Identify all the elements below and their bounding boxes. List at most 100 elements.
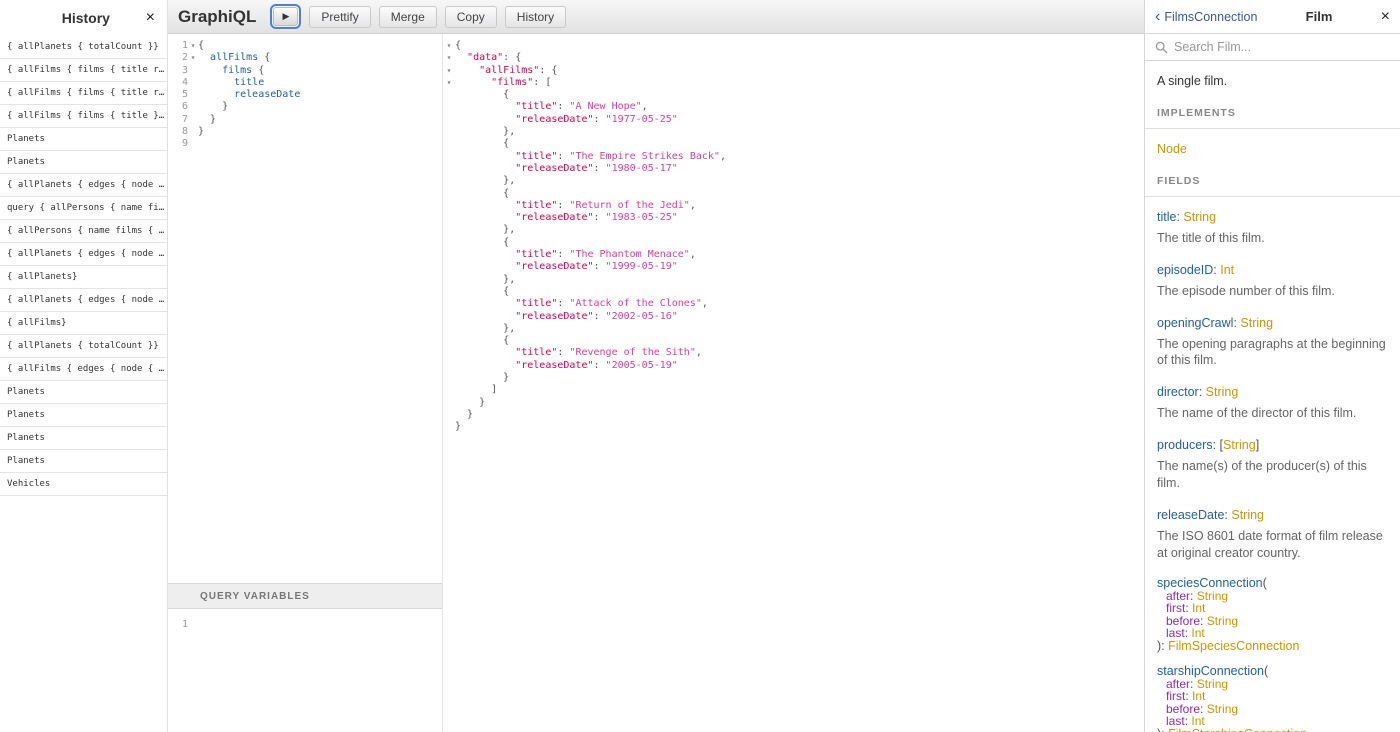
code-token [455, 298, 515, 309]
history-item[interactable]: { allPlanets} [0, 266, 167, 289]
merge-button[interactable]: Merge [379, 6, 437, 28]
fold-arrow-icon[interactable]: ▾ [443, 40, 455, 52]
history-item[interactable]: { allPlanets { totalCount }} [0, 335, 167, 358]
fold-arrow-icon[interactable]: ▾ [443, 65, 455, 77]
execute-button[interactable]: ▶ [273, 7, 298, 26]
history-item[interactable]: { allFilms { films { title r… [0, 59, 167, 82]
type-link[interactable]: FilmSpeciesConnection [1168, 639, 1299, 653]
history-item[interactable]: Planets [0, 128, 167, 151]
fold-gutter [443, 323, 455, 335]
field-name-link[interactable]: director [1157, 385, 1199, 399]
code-token [455, 335, 503, 346]
type-link[interactable]: String [1207, 702, 1238, 716]
history-item[interactable]: query { allPersons { name fi… [0, 197, 167, 220]
field-name-link[interactable]: openingCrawl [1157, 316, 1233, 330]
code-text: "releaseDate": "1983-05-25" [455, 212, 678, 224]
code-token: films [222, 65, 252, 76]
code-text: "films": [ [455, 77, 551, 89]
prettify-button[interactable]: Prettify [309, 6, 370, 28]
code-line: "releaseDate": "1999-05-19" [443, 261, 1144, 273]
field-description: The opening paragraphs at the beginning … [1157, 336, 1388, 370]
type-link[interactable]: FilmStarshipsConnection [1168, 727, 1307, 732]
line-number: 1 [168, 40, 188, 52]
code-text: { [455, 40, 461, 52]
code-line: "title": "The Empire Strikes Back", [443, 151, 1144, 163]
code-token: } [503, 372, 509, 383]
history-item[interactable]: { allFilms { films { title }… [0, 105, 167, 128]
line-number: 5 [168, 89, 188, 101]
doc-explorer-header: ‹ FilmsConnection Film × [1145, 0, 1400, 34]
fold-arrow-icon[interactable]: ▾ [443, 77, 455, 89]
fold-gutter [443, 89, 455, 101]
doc-close-icon[interactable]: × [1381, 9, 1390, 25]
work-area: 1▾{2▾ allFilms {3 films {4 title5 releas… [168, 34, 1144, 732]
query-editor[interactable]: 1▾{2▾ allFilms {3 films {4 title5 releas… [168, 34, 442, 583]
code-token: { [503, 89, 509, 100]
code-token [455, 175, 503, 186]
field-name-link[interactable]: speciesConnection [1157, 576, 1263, 590]
type-link[interactable]: String [1183, 210, 1216, 224]
history-item[interactable]: { allFilms { films { title r… [0, 82, 167, 105]
field-signature: title: String [1157, 209, 1388, 225]
history-item[interactable]: { allPersons { name films { … [0, 220, 167, 243]
fold-gutter [188, 65, 198, 77]
type-link[interactable]: String [1207, 614, 1238, 628]
history-item[interactable]: { allPlanets { edges { node … [0, 243, 167, 266]
history-item[interactable]: { allFilms { edges { node { … [0, 358, 167, 381]
field-description: The name(s) of the producer(s) of this f… [1157, 458, 1388, 492]
variables-editor[interactable]: 1 [168, 609, 442, 732]
history-item[interactable]: Vehicles [0, 473, 167, 496]
code-line: 4 title [168, 77, 442, 89]
code-token: "title" [515, 151, 557, 162]
chevron-left-icon: ‹ [1155, 9, 1160, 25]
code-token: { [198, 40, 204, 51]
history-item[interactable]: Planets [0, 381, 167, 404]
type-link[interactable]: Node [1157, 142, 1187, 156]
code-token: : { [539, 65, 557, 76]
type-link[interactable]: String [1231, 508, 1264, 522]
fields-section-title: FIELDS [1145, 175, 1400, 197]
code-line: { [443, 89, 1144, 101]
field-description: The title of this film. [1157, 230, 1388, 247]
type-link[interactable]: Int [1220, 263, 1234, 277]
type-link[interactable]: String [1240, 316, 1273, 330]
code-token: : [557, 151, 569, 162]
code-token: "Attack of the Clones" [569, 298, 701, 309]
doc-back-link[interactable]: ‹ FilmsConnection [1155, 9, 1257, 25]
fold-gutter [443, 151, 455, 163]
code-line: }, [443, 274, 1144, 286]
field-name-link[interactable]: starshipConnection [1157, 664, 1264, 678]
fold-arrow-icon[interactable]: ▾ [188, 40, 198, 52]
history-item[interactable]: Planets [0, 427, 167, 450]
history-close-icon[interactable]: × [146, 10, 155, 26]
copy-button[interactable]: Copy [445, 6, 497, 28]
field-name-link[interactable]: episodeID [1157, 263, 1213, 277]
history-item[interactable]: Planets [0, 404, 167, 427]
code-text: }, [455, 224, 515, 236]
code-line: { [443, 335, 1144, 347]
fold-arrow-icon[interactable]: ▾ [188, 52, 198, 64]
code-token [198, 52, 210, 63]
field-name-link[interactable]: title [1157, 210, 1176, 224]
fold-arrow-icon[interactable]: ▾ [443, 52, 455, 64]
code-line: } [443, 397, 1144, 409]
punctuation: ( [1264, 664, 1268, 678]
code-token: "releaseDate" [515, 360, 593, 371]
type-link[interactable]: String [1223, 438, 1256, 452]
query-variables-title[interactable]: QUERY VARIABLES [168, 584, 442, 609]
doc-search-input[interactable] [1174, 40, 1390, 54]
history-item[interactable]: { allPlanets { edges { node … [0, 174, 167, 197]
history-item[interactable]: Planets [0, 450, 167, 473]
history-item[interactable]: { allFilms} [0, 312, 167, 335]
history-item[interactable]: { allPlanets { totalCount }} [0, 36, 167, 59]
history-item[interactable]: Planets [0, 151, 167, 174]
code-token: } [455, 421, 461, 432]
code-token: }, [503, 126, 515, 137]
code-text: { [455, 138, 509, 150]
code-token: "2005-05-19" [606, 360, 678, 371]
type-link[interactable]: String [1206, 385, 1239, 399]
field-name-link[interactable]: producers [1157, 438, 1213, 452]
field-name-link[interactable]: releaseDate [1157, 508, 1224, 522]
history-button[interactable]: History [505, 6, 566, 28]
history-item[interactable]: { allPlanets { edges { node … [0, 289, 167, 312]
